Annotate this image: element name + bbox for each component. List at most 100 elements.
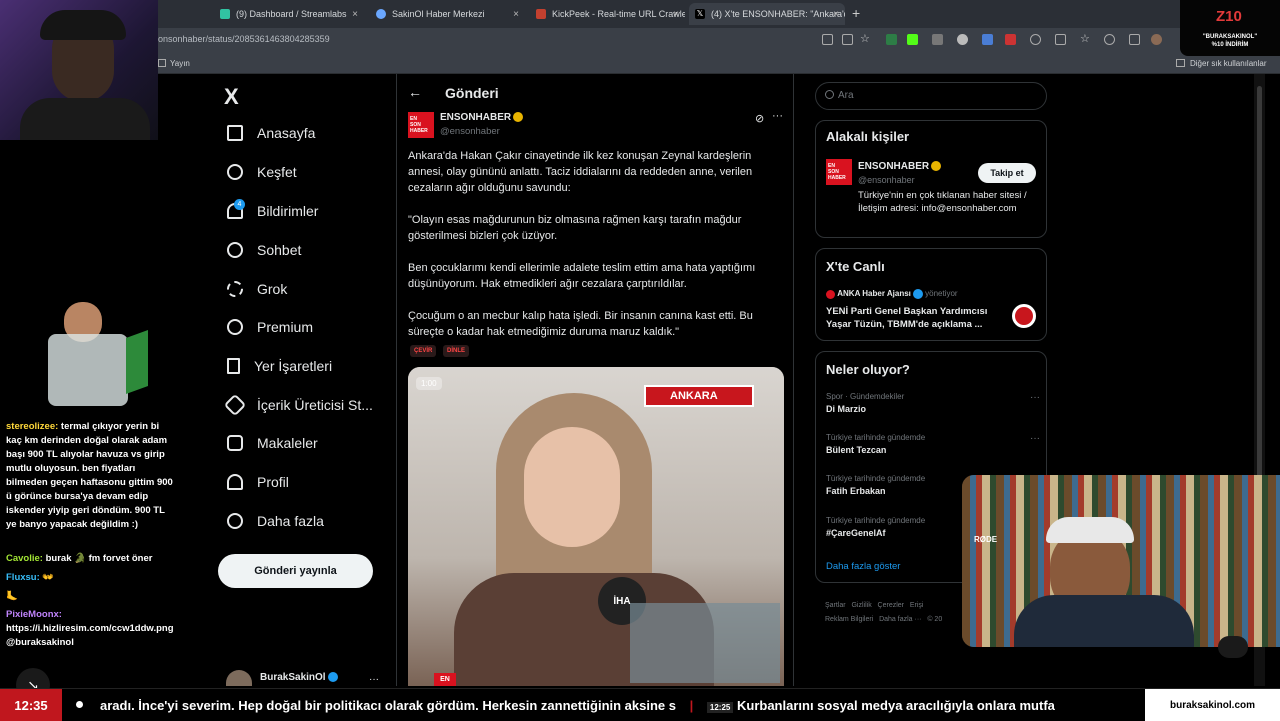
live-text[interactable]: YENİ Parti Genel Başkan Yardımcısı Yaşar… <box>826 305 1001 331</box>
address-bar: onsonhaber/status/2085361463804285359 ☆ … <box>0 28 1280 52</box>
verified-gold-icon <box>513 112 524 123</box>
tab-sakinol[interactable]: SakinOl Haber Merkezi × <box>370 3 525 25</box>
nav-grok[interactable]: Grok <box>227 281 287 297</box>
reader-icon[interactable] <box>842 34 853 45</box>
facecam-top-left <box>0 0 158 140</box>
close-tab-icon[interactable]: × <box>673 9 679 20</box>
ticker-dot <box>76 701 83 708</box>
back-arrow-icon[interactable]: ← <box>408 84 422 100</box>
person-face <box>524 427 620 547</box>
account-more-icon[interactable]: ··· <box>369 674 379 685</box>
articles-icon <box>227 435 243 451</box>
collections-icon[interactable] <box>1129 34 1140 45</box>
refresh-icon[interactable] <box>1030 34 1041 45</box>
nav-creator-studio[interactable]: İçerik Üreticisi St... <box>223 393 373 417</box>
post-paragraph-1: Ankara'da Hakan Çakır cinayetinde ilk ke… <box>408 150 753 194</box>
stream-chat: stereolizee: termal çıkıyor yerin bi kaç… <box>0 290 178 686</box>
nav-notifications[interactable]: 4 Bildirimler <box>227 199 318 219</box>
footer-cookies[interactable]: Çerezler <box>878 602 904 609</box>
translate-icon[interactable] <box>982 34 993 45</box>
post-more-icon[interactable]: ··· <box>772 110 783 122</box>
facecam-bottom-right: RØDE <box>962 475 1280 647</box>
kick-extension-icon[interactable] <box>907 34 918 45</box>
chat-message: Cavolie: burak 🐊 fm forvet öner <box>6 553 153 564</box>
tab-streamlabs[interactable]: (9) Dashboard / Streamlabs × <box>214 3 364 25</box>
footer-terms[interactable]: Şartlar <box>825 602 846 609</box>
translate-button[interactable]: ÇEVİR <box>410 345 437 357</box>
trend-more-icon[interactable]: ··· <box>1030 433 1040 444</box>
live-avatar[interactable] <box>1012 304 1036 328</box>
message-button[interactable] <box>1218 636 1248 658</box>
live-title: X'te Canlı <box>826 259 885 274</box>
post-paragraph-4: Çocuğum o an mecbur kalıp hata işledi. B… <box>408 310 753 338</box>
grok-explain-icon[interactable]: ⊘ <box>755 112 764 125</box>
inset-photo <box>630 603 780 683</box>
extension-icon[interactable] <box>932 34 943 45</box>
premium-icon <box>227 319 243 335</box>
post-paragraph-2: "Olayın esas mağdurunun biz olmasına rağ… <box>408 214 742 242</box>
footer-privacy[interactable]: Gizlilik <box>851 602 871 609</box>
star-icon[interactable]: ☆ <box>860 32 871 45</box>
nav-more[interactable]: Daha fazla <box>227 513 324 529</box>
favorites-icon[interactable]: ☆ <box>1080 32 1091 45</box>
ensonhaber-avatar[interactable]: EN SON HABER <box>826 159 852 185</box>
footer-accessibility[interactable]: Erişi <box>910 602 924 609</box>
close-tab-icon[interactable]: × <box>513 9 519 20</box>
post-video[interactable]: 1:00 ANKARA İHA EN <box>408 367 784 686</box>
nav-premium[interactable]: Premium <box>227 319 313 335</box>
follow-button[interactable]: Takip et <box>978 163 1036 183</box>
split-view-icon[interactable] <box>1055 34 1066 45</box>
trend-more-icon[interactable]: ··· <box>1030 392 1040 403</box>
post-button[interactable]: Gönderi yayınla <box>218 554 373 588</box>
bookmark-yayin[interactable]: Yayın <box>170 59 190 68</box>
profile-avatar-icon[interactable] <box>1151 34 1162 45</box>
live-source[interactable]: ANKA Haber Ajansı yönetiyor <box>826 289 958 299</box>
other-bookmarks[interactable]: Diğer sık kullanılanlar <box>1190 59 1266 68</box>
nav-explore[interactable]: Keşfet <box>227 164 297 180</box>
nav-home[interactable]: Anasayfa <box>227 125 315 141</box>
verified-icon <box>912 289 923 299</box>
chat-icon <box>227 242 243 258</box>
author-handle[interactable]: @ensonhaber <box>440 126 500 137</box>
close-tab-icon[interactable]: × <box>833 9 839 20</box>
nav-profile[interactable]: Profil <box>227 474 289 490</box>
ticker-brand: buraksakinol.com <box>1145 689 1280 721</box>
related-name[interactable]: ENSONHABER <box>858 161 942 172</box>
more-icon <box>227 513 243 529</box>
show-more-link[interactable]: Daha fazla göster <box>826 561 900 572</box>
rocket-icon <box>223 393 247 417</box>
ensonhaber-watermark: EN <box>434 673 456 686</box>
new-tab-icon[interactable]: + <box>852 5 860 21</box>
account-name[interactable]: BurakSakinOl <box>260 672 338 683</box>
trend-item[interactable]: Türkiye tarihinde gündemde Bülent Tezcan… <box>826 433 1040 455</box>
related-title: Alakalı kişiler <box>826 129 910 144</box>
headphones <box>40 10 126 40</box>
nav-articles[interactable]: Makaleler <box>227 435 318 451</box>
folder-icon <box>158 59 166 67</box>
streamer-body <box>20 98 150 140</box>
extension-icon[interactable] <box>957 34 968 45</box>
url-field[interactable]: onsonhaber/status/2085361463804285359 <box>158 34 330 44</box>
nav-chat[interactable]: Sohbet <box>227 242 301 258</box>
promo-discount: %10 İNDİRİM <box>1211 42 1249 48</box>
listen-button[interactable]: DİNLE <box>443 345 469 357</box>
tab-kickpeek[interactable]: KickPeek - Real-time URL Crawler × <box>530 3 685 25</box>
streamer-body <box>1014 595 1194 647</box>
footer-ads-info[interactable]: Reklam Bilgileri <box>825 616 873 623</box>
extension-icon[interactable] <box>1005 34 1016 45</box>
tab-x-ensonhaber[interactable]: 𝕏 (4) X'te ENSONHABER: "Ankara'da × <box>689 3 845 25</box>
ensonhaber-avatar[interactable]: EN SON HABER <box>408 112 434 138</box>
kickpeek-icon <box>536 9 546 19</box>
footer-more[interactable]: Daha fazla ··· <box>879 616 921 623</box>
close-tab-icon[interactable]: × <box>352 9 358 20</box>
account-avatar[interactable] <box>226 670 252 686</box>
x-logo[interactable]: X <box>224 84 239 110</box>
nav-bookmarks[interactable]: Yer İşaretleri <box>227 358 332 374</box>
author-name[interactable]: ENSONHABER <box>440 112 524 123</box>
verified-gold-icon <box>931 161 942 172</box>
trend-item[interactable]: Spor · Gündemdekiler Di Marzio ··· <box>826 392 1040 414</box>
browser-essentials-icon[interactable] <box>1104 34 1115 45</box>
screenshot-icon[interactable] <box>822 34 833 45</box>
extension-icon[interactable] <box>886 34 897 45</box>
search-input[interactable]: Ara <box>815 82 1047 110</box>
